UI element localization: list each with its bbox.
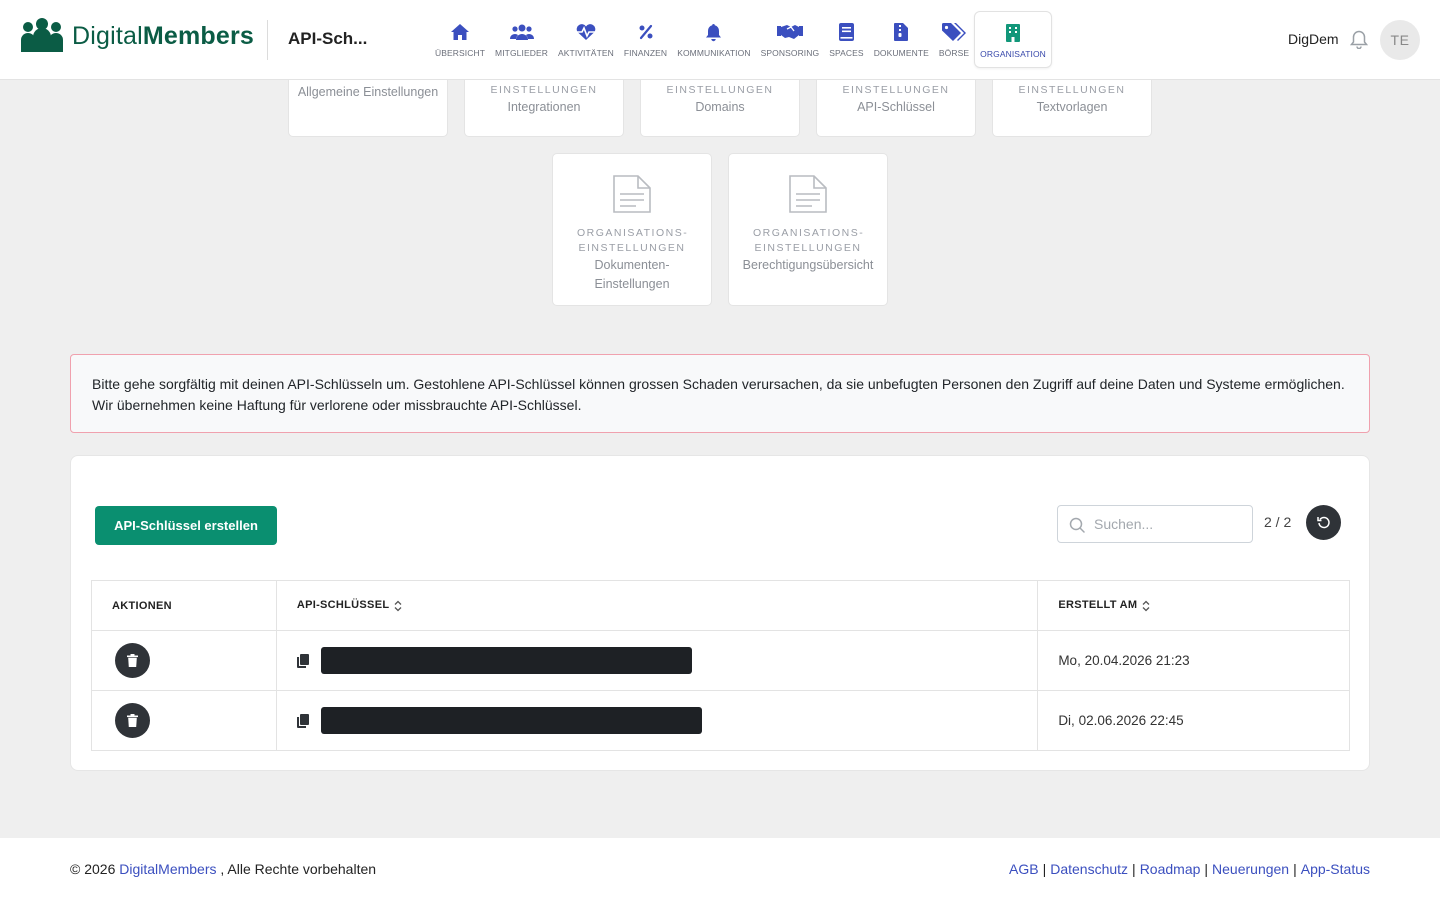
api-key-value[interactable]: [redacted] — [320, 707, 702, 734]
tile-name: Berechtigungsübersicht — [742, 258, 874, 272]
tile-name: API-Schlüssel — [857, 100, 935, 114]
api-key-value[interactable]: [redacted] — [320, 647, 692, 674]
nav-sponsoring[interactable]: Sponsoring — [756, 11, 825, 68]
tile-category: Einstellungen — [666, 84, 774, 96]
delete-button[interactable] — [115, 643, 150, 678]
avatar[interactable]: TE — [1380, 20, 1420, 60]
link-roadmap[interactable]: Roadmap — [1140, 861, 1201, 877]
handshake-icon — [776, 21, 803, 43]
document-icon — [789, 175, 827, 213]
tile-name: Integrationen — [507, 100, 581, 114]
created-at: Mo, 20.04.2026 21:23 — [1037, 630, 1350, 691]
tile-category: Einstellungen — [490, 84, 598, 96]
bell-icon — [705, 21, 722, 43]
trash-icon — [127, 714, 138, 727]
link-agb[interactable]: AGB — [1009, 861, 1039, 877]
create-api-key-button[interactable]: API-Schlüssel erstellen — [95, 506, 277, 545]
main-nav: Übersicht Mitglieder Aktivitäten Finanze… — [430, 11, 1052, 68]
tile-document-settings[interactable]: Organisations-Einstellungen Dokumenten-E… — [552, 153, 712, 306]
search-box — [1057, 505, 1253, 543]
api-keys-table: Aktionen API-Schlüssel Erstellt am [reda… — [91, 580, 1350, 751]
column-api-key[interactable]: API-Schlüssel — [275, 580, 1039, 631]
table-row: [redacted] Mo, 20.04.2026 21:23 — [91, 630, 1350, 691]
top-header: DigitalMembers API-Sch... Übersicht Mitg… — [0, 0, 1440, 80]
header-divider — [267, 20, 268, 60]
link-privacy[interactable]: Datenschutz — [1050, 861, 1128, 877]
table-header-row: Aktionen API-Schlüssel Erstellt am — [91, 580, 1350, 631]
created-at: Di, 02.06.2026 22:45 — [1037, 690, 1350, 751]
home-icon — [450, 21, 470, 43]
sort-icon[interactable] — [1142, 600, 1150, 612]
nav-overview[interactable]: Übersicht — [430, 11, 490, 68]
page-title: API-Sch... — [288, 29, 368, 48]
tile-name: Dokumenten-Einstellungen — [594, 258, 670, 291]
tile-category: Organisations-Einstellungen — [753, 227, 865, 254]
link-news[interactable]: Neuerungen — [1212, 861, 1289, 877]
nav-activities[interactable]: Aktivitäten — [553, 11, 619, 68]
percent-icon — [638, 21, 654, 43]
tile-name: Allgemeine Einstellungen — [297, 85, 439, 99]
copyright: © 2026 DigitalMembers , Alle Rechte vorb… — [70, 861, 377, 877]
refresh-button[interactable] — [1306, 505, 1341, 540]
footer-brand-link[interactable]: DigitalMembers — [119, 861, 216, 877]
tile-category: Organisations-Einstellungen — [577, 227, 689, 254]
book-icon — [838, 21, 854, 43]
tags-icon — [942, 21, 967, 43]
table-row: [redacted] Di, 02.06.2026 22:45 — [91, 690, 1350, 751]
tile-name: Domains — [695, 100, 745, 114]
footer: © 2026 DigitalMembers , Alle Rechte vorb… — [0, 838, 1440, 900]
nav-communication[interactable]: Kommunikation — [672, 11, 755, 68]
api-keys-card: API-Schlüssel erstellen 2 / 2 Aktionen A… — [70, 455, 1370, 771]
document-icon — [613, 175, 651, 213]
tile-permissions-overview[interactable]: Organisations-Einstellungen Berechtigung… — [728, 153, 888, 306]
tile-name: Textvorlagen — [1036, 100, 1108, 114]
notification-bell-icon[interactable] — [1349, 30, 1369, 54]
nav-finances[interactable]: Finanzen — [619, 11, 672, 68]
pagination-count: 2 / 2 — [1264, 514, 1292, 530]
heartbeat-icon — [575, 21, 597, 43]
brand-logo[interactable]: DigitalMembers — [20, 16, 254, 56]
file-zip-icon — [894, 21, 909, 43]
copy-icon[interactable] — [296, 653, 309, 668]
search-input[interactable] — [1094, 506, 1244, 542]
nav-documents[interactable]: Dokumente — [869, 11, 934, 68]
users-icon — [509, 21, 534, 43]
delete-button[interactable] — [115, 703, 150, 738]
nav-organisation[interactable]: Organisation — [974, 11, 1052, 68]
nav-spaces[interactable]: Spaces — [824, 11, 868, 68]
user-name[interactable]: DigDem — [1288, 31, 1339, 47]
sort-icon[interactable] — [394, 600, 402, 612]
nav-exchange[interactable]: Börse — [934, 11, 974, 68]
building-icon — [1006, 22, 1021, 44]
trash-icon — [127, 654, 138, 667]
search-icon — [1069, 517, 1085, 533]
nav-members[interactable]: Mitglieder — [490, 11, 553, 68]
link-app-status[interactable]: App-Status — [1301, 861, 1370, 877]
brand-name: DigitalMembers — [72, 21, 255, 50]
copy-icon[interactable] — [296, 713, 309, 728]
column-created-at[interactable]: Erstellt am — [1037, 580, 1350, 631]
people-logo-icon — [21, 18, 63, 52]
refresh-icon — [1316, 516, 1330, 528]
footer-links: AGB | Datenschutz | Roadmap | Neuerungen | App-S… — [1009, 861, 1370, 877]
tile-category: Einstellungen — [842, 84, 950, 96]
tile-category: Einstellungen — [1018, 84, 1126, 96]
api-key-warning: Bitte gehe sorgfältig mit deinen API-Sch… — [70, 354, 1370, 433]
column-actions: Aktionen — [91, 580, 277, 631]
